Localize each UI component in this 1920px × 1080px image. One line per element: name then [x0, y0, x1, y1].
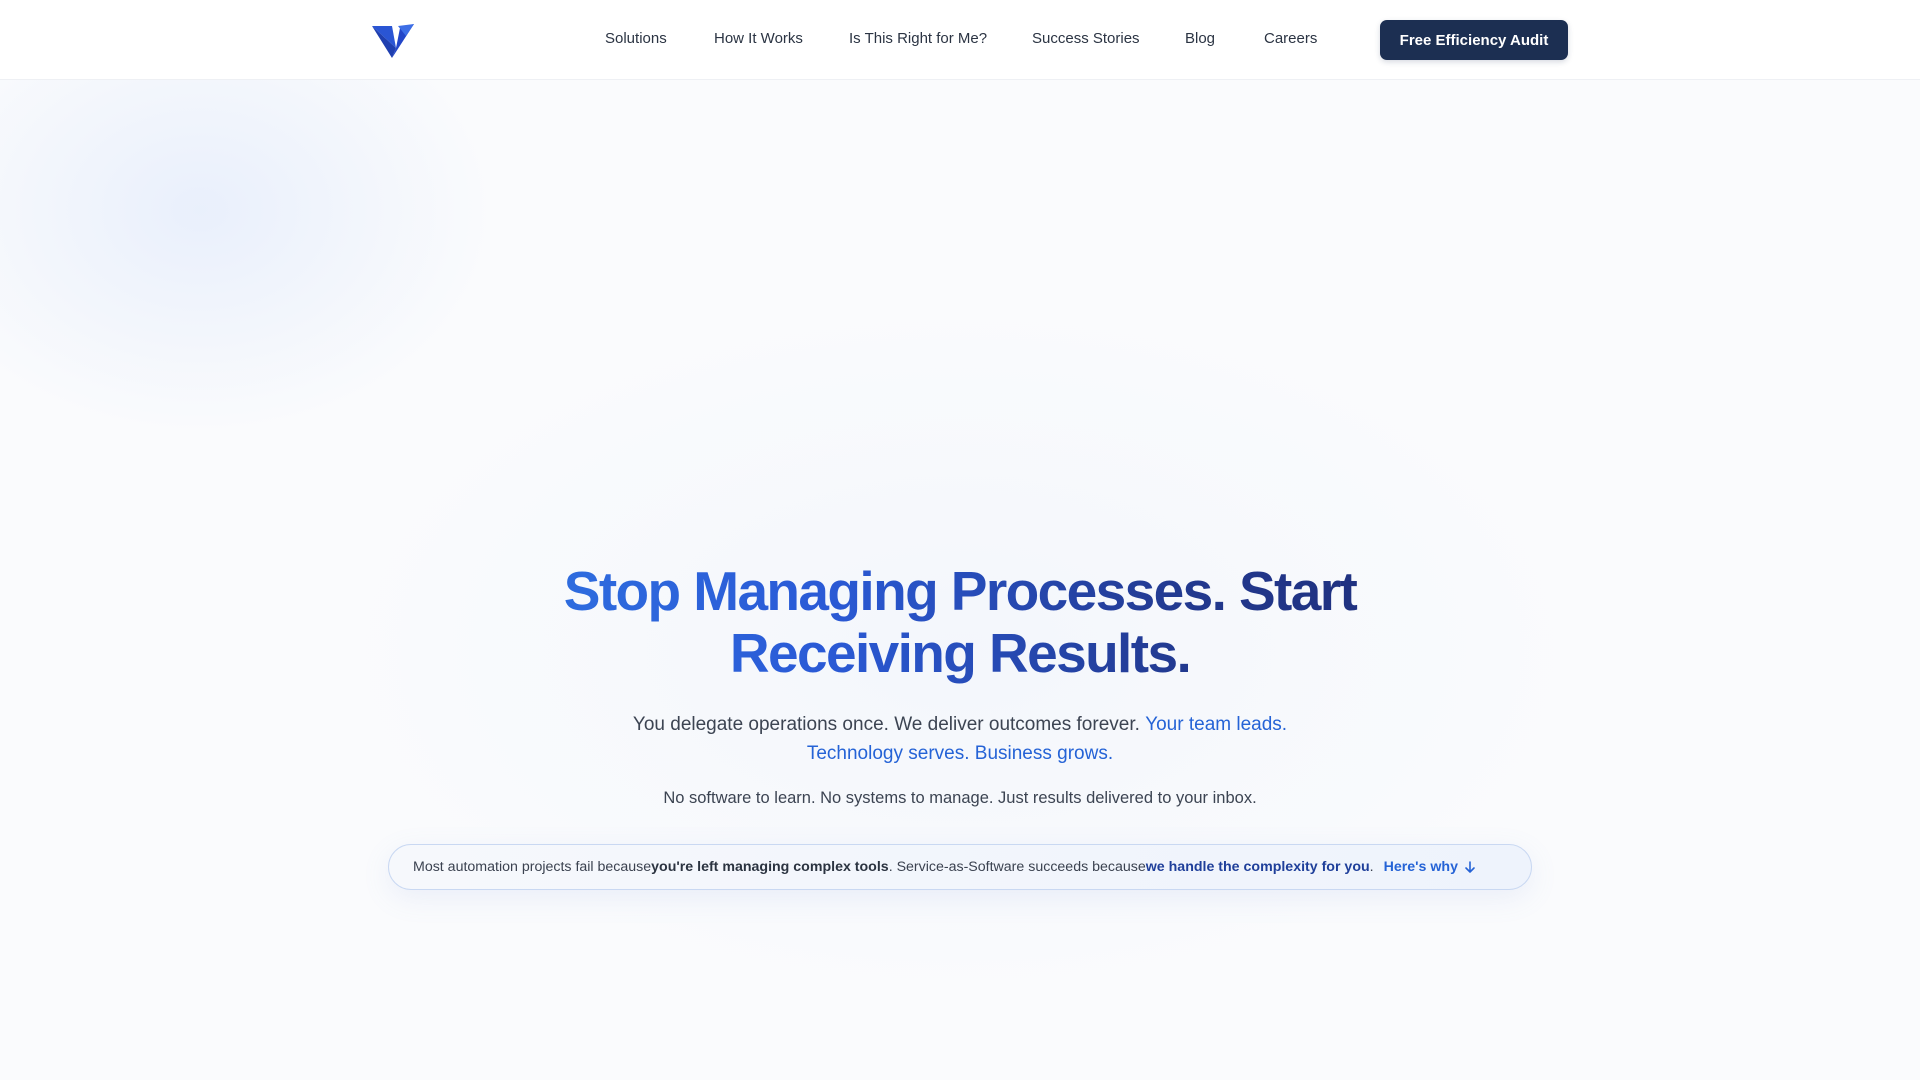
banner-text-2: . Service-as-Software succeeds because: [888, 859, 1146, 875]
nav-blog[interactable]: Blog: [1185, 30, 1215, 47]
hero-subtitle-text: You delegate operations once. We deliver…: [632, 714, 1146, 735]
hero-title: Stop Managing Processes. Start Receiving…: [510, 560, 1410, 684]
banner-text-1: Most automation projects fail because: [413, 859, 652, 875]
hero-subtitle: You delegate operations once. We deliver…: [590, 710, 1330, 768]
banner-text-3: .: [1369, 859, 1374, 875]
nav-success-stories[interactable]: Success Stories: [1032, 30, 1140, 47]
arrow-down-icon: [1465, 860, 1475, 873]
nav-solutions[interactable]: Solutions: [605, 30, 667, 47]
heres-why-link[interactable]: Here's why: [1384, 859, 1476, 875]
free-efficiency-audit-button[interactable]: Free Efficiency Audit: [1380, 20, 1568, 60]
heres-why-label: Here's why: [1383, 859, 1458, 875]
why-banner: Most automation projects fail because yo…: [388, 844, 1532, 890]
nav-is-this-right-for-me[interactable]: Is This Right for Me?: [849, 30, 987, 47]
hero-note: No software to learn. No systems to mana…: [663, 789, 1257, 807]
main-nav: Solutions How It Works Is This Right for…: [0, 0, 1920, 80]
hero-section: Stop Managing Processes. Start Receiving…: [0, 560, 1920, 810]
nav-how-it-works[interactable]: How It Works: [714, 30, 803, 47]
banner-bold-1: you're left managing complex tools: [651, 859, 889, 875]
banner-bold-2: we handle the complexity for you: [1145, 859, 1370, 875]
landing-page: Solutions How It Works Is This Right for…: [0, 0, 1920, 1080]
site-header: Solutions How It Works Is This Right for…: [0, 0, 1920, 80]
nav-careers[interactable]: Careers: [1264, 30, 1317, 47]
